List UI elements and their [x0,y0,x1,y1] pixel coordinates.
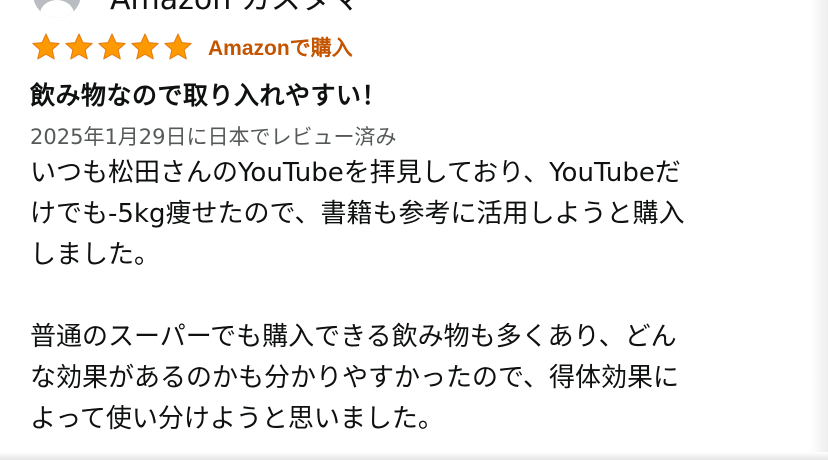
review-body: いつも松田さんのYouTubeを拝見しており、YouTubeだ けでも-5kg痩せ… [30,153,800,440]
star-rating [30,32,194,62]
verified-purchase-badge: Amazonで購入 [208,37,353,60]
review-title[interactable]: 飲み物なので取り入れやすい！ [30,76,387,112]
bottom-edge-shadow [0,452,828,460]
right-edge-shadow [810,0,828,460]
star-icon [65,33,93,60]
review-body-line: けでも-5kg痩せたので、書籍も参考に活用しようと購入 [30,199,685,229]
review-body-line: よって使い分けようと思いました。 [30,404,444,434]
avatar-body-shape [40,0,74,18]
review-date: 2025年1月29日に日本でレビュー済み [30,125,397,149]
star-icon [98,33,126,60]
review-body-line: な効果があるのかも分かりやすかったので、得体効果に [30,363,679,393]
review-body-line: 普通のスーパーでも購入できる飲み物も多くあり、どん [30,322,677,352]
review-body-line: いつも松田さんのYouTubeを拝見しており、YouTubeだ [30,158,681,188]
star-icon [131,33,159,60]
review-card: Amazon カスタマー Amazonで購入 飲み物なので取り入れやすい！ 20… [0,0,828,460]
star-icon [164,33,192,60]
reviewer-avatar[interactable] [33,0,81,18]
review-body-line: しました。 [30,240,161,270]
reviewer-name[interactable]: Amazon カスタマー [110,0,391,18]
rating-row: Amazonで購入 [30,32,353,62]
star-icon [32,33,60,60]
